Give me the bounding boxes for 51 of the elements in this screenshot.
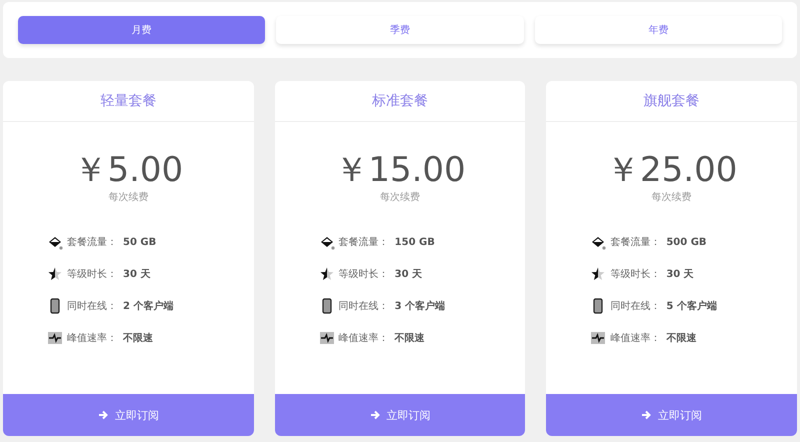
feature-value: 30 天 [123,268,150,281]
feature-value: 150 GB [394,236,435,248]
price-note: 每次续费 [650,190,693,204]
feature-value: 不限速 [394,332,425,345]
billing-tab[interactable]: 季费 [276,16,524,44]
subscribe-button[interactable]: 立即订阅 [3,394,254,436]
bucket-icon [590,234,606,250]
feature-value: 不限速 [123,332,153,345]
plan-name: 标准套餐 [372,92,428,110]
feature-value: 5 个客户端 [666,299,717,313]
feature-value: 不限速 [666,332,696,345]
price-note: 每次续费 [107,190,150,204]
arrow-icon [641,410,652,420]
feature-value: 3 个客户端 [394,299,446,313]
subscribe-button[interactable]: 立即订阅 [546,394,798,436]
feature-value: 500 GB [666,236,707,248]
feature-label: 同时在线： [610,300,660,313]
arrow-icon [370,410,380,420]
bucket-icon [318,234,335,250]
price: ￥15.00 [333,150,467,190]
feature-value: 50 GB [123,236,156,248]
price: ￥25.00 [605,150,738,190]
feature-label: 峰值速率： [338,332,389,345]
feature-label: 套餐流量： [338,236,389,249]
feature-value: 30 天 [394,268,422,281]
star-icon [590,266,606,282]
subscribe-button[interactable]: 立即订阅 [274,394,526,436]
plan-name: 旗舰套餐 [644,92,700,110]
feature-label: 同时在线： [338,300,389,313]
price-note: 每次续费 [379,190,421,204]
feature-value: 2 个客户端 [123,299,174,313]
star-icon [47,266,63,282]
feature-label: 等级时长： [610,268,660,281]
plan-name: 轻量套餐 [100,92,156,110]
billing-tab[interactable]: 月费 [18,16,266,44]
feature-label: 等级时长： [338,268,389,281]
pulse-icon [590,330,606,346]
billing-tab[interactable]: 年费 [534,16,782,44]
feature-label: 套餐流量： [67,236,117,249]
price: ￥5.00 [72,150,184,190]
feature-label: 峰值速率： [67,332,117,345]
pulse-icon [318,330,335,346]
star-icon [318,266,335,282]
feature-label: 等级时长： [67,268,117,281]
feature-label: 峰值速率： [610,332,660,345]
feature-value: 30 天 [666,268,694,281]
feature-label: 套餐流量： [610,236,660,249]
arrow-icon [98,410,108,420]
pulse-icon [47,330,63,346]
feature-label: 同时在线： [67,300,117,313]
bucket-icon [47,234,63,250]
